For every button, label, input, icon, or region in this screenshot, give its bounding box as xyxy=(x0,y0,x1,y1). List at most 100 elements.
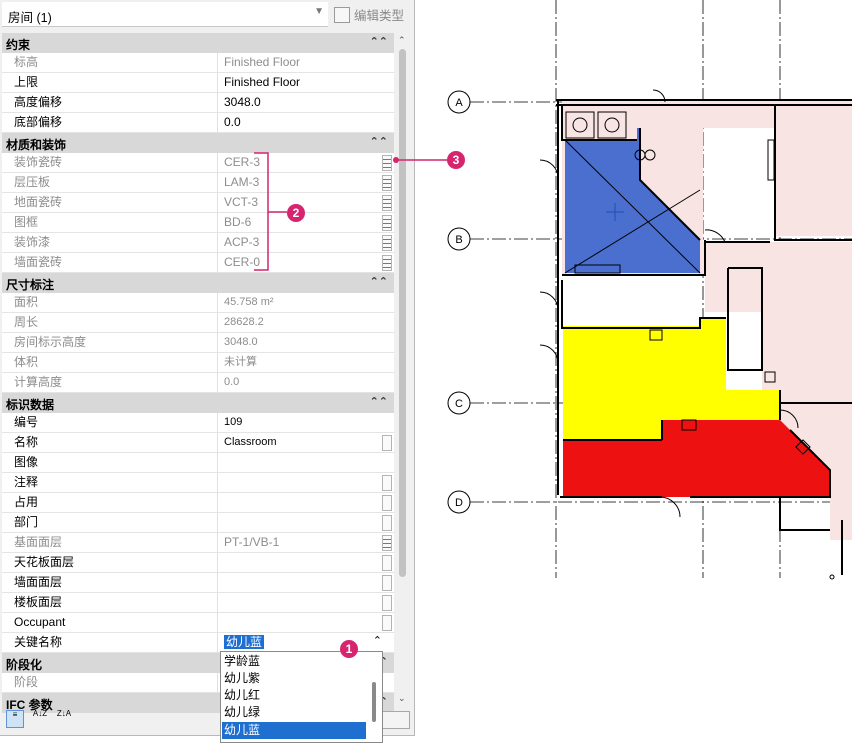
property-value[interactable] xyxy=(221,493,384,512)
chevron-down-icon[interactable]: ▼ xyxy=(314,6,324,17)
property-label: 名称 xyxy=(2,433,218,452)
scroll-up-icon[interactable]: ⌃ xyxy=(398,35,406,46)
sort-category-icon[interactable]: ≡ xyxy=(6,710,24,728)
grid-bubble-c[interactable]: C xyxy=(447,391,471,415)
edit-type-icon xyxy=(334,7,350,23)
property-row[interactable]: 体积 未计算 xyxy=(2,353,394,373)
property-row[interactable]: 面积 45.758 m² xyxy=(2,293,394,313)
property-row[interactable]: 楼板面层 xyxy=(2,593,394,613)
grid-label: D xyxy=(455,497,463,509)
property-row[interactable]: Occupant xyxy=(2,613,394,633)
grid-bubble-b[interactable]: B xyxy=(447,227,471,251)
collapse-chevron-icon[interactable]: ⌃⌃ xyxy=(370,35,388,48)
sort-za-icon[interactable]: Z↓A xyxy=(56,710,72,726)
property-row[interactable]: 周长 28628.2 xyxy=(2,313,394,333)
property-label: 房间标示高度 xyxy=(2,333,218,352)
edit-field-icon[interactable] xyxy=(382,595,392,611)
property-row[interactable]: 地面瓷砖 VCT-3 xyxy=(2,193,394,213)
group-header-identity[interactable]: 标识数据 ⌃⌃ xyxy=(2,393,394,413)
property-row[interactable]: 占用 xyxy=(2,493,394,513)
property-row[interactable]: 编号 109 xyxy=(2,413,394,433)
dropdown-option[interactable]: 幼儿绿 xyxy=(222,704,366,721)
table-edit-icon[interactable] xyxy=(382,235,392,251)
property-row[interactable]: 注释 xyxy=(2,473,394,493)
group-header-constraints[interactable]: 约束 ⌃⌃ xyxy=(2,33,394,53)
group-header-dimensions[interactable]: 尺寸标注 ⌃⌃ xyxy=(2,273,394,293)
property-value[interactable]: 3048.0 xyxy=(221,93,384,112)
property-row[interactable]: 墙面面层 xyxy=(2,573,394,593)
property-row[interactable]: 基面面层 PT-1/VB-1 xyxy=(2,533,394,553)
edit-type-button[interactable]: 编辑类型 xyxy=(334,5,404,24)
collapse-chevron-icon[interactable]: ⌃⌃ xyxy=(370,135,388,148)
table-edit-icon[interactable] xyxy=(382,215,392,231)
floor-plan-view[interactable]: A B C D xyxy=(418,0,852,744)
group-label: 尺寸标注 xyxy=(6,278,55,292)
property-row[interactable]: 层压板 LAM-3 xyxy=(2,173,394,193)
property-row[interactable]: 房间标示高度 3048.0 xyxy=(2,333,394,353)
property-label: 装饰瓷砖 xyxy=(2,153,218,172)
table-edit-icon[interactable] xyxy=(382,195,392,211)
property-label: Occupant xyxy=(2,613,218,632)
property-value[interactable] xyxy=(221,513,384,532)
property-row[interactable]: 名称 Classroom xyxy=(2,433,394,453)
table-edit-icon[interactable] xyxy=(382,155,392,171)
property-value[interactable] xyxy=(221,553,384,572)
property-row[interactable]: 装饰漆 ACP-3 xyxy=(2,233,394,253)
property-value: 3048.0 xyxy=(224,336,258,348)
type-selector[interactable]: 房间 (1) ▼ xyxy=(2,2,328,27)
callout-1: 1 xyxy=(340,640,358,658)
collapse-chevron-icon[interactable]: ⌃⌃ xyxy=(370,395,388,408)
edit-field-icon[interactable] xyxy=(382,475,392,491)
property-row[interactable]: 墙面瓷砖 CER-0 xyxy=(2,253,394,273)
property-row[interactable]: 装饰瓷砖 CER-3 xyxy=(2,153,394,173)
edit-field-icon[interactable] xyxy=(382,575,392,591)
property-value[interactable]: Finished Floor xyxy=(221,53,384,72)
dropdown-scrollbar[interactable] xyxy=(372,682,376,722)
property-value[interactable] xyxy=(221,573,384,592)
property-value[interactable] xyxy=(221,613,384,632)
type-selector-bar: 房间 (1) ▼ 编辑类型 xyxy=(0,0,413,30)
edit-field-icon[interactable] xyxy=(382,615,392,631)
edit-field-icon[interactable] xyxy=(382,495,392,511)
property-value[interactable]: 0.0 xyxy=(221,113,384,132)
property-row[interactable]: 图框 BD-6 xyxy=(2,213,394,233)
property-row[interactable]: 图像 xyxy=(2,453,394,473)
collapse-chevron-icon[interactable]: ⌃⌃ xyxy=(370,275,388,288)
edit-field-icon[interactable] xyxy=(382,555,392,571)
grid-bubble-a[interactable]: A xyxy=(447,90,471,114)
group-header-materials[interactable]: 材质和装饰 ⌃⌃ xyxy=(2,133,394,153)
property-value[interactable] xyxy=(221,473,384,492)
property-row[interactable]: 上限 Finished Floor xyxy=(2,73,394,93)
sort-az-icon[interactable]: A↓Z xyxy=(32,710,48,726)
property-label: 编号 xyxy=(2,413,218,432)
table-edit-icon[interactable] xyxy=(382,535,392,551)
property-value[interactable]: 109 xyxy=(221,413,384,432)
property-value[interactable] xyxy=(221,593,384,612)
property-value[interactable]: Finished Floor xyxy=(221,73,384,92)
key-name-dropdown[interactable]: 学龄蓝 幼儿紫 幼儿红 幼儿绿 幼儿蓝 xyxy=(220,651,383,743)
grid-bubble-d[interactable]: D xyxy=(447,490,471,514)
property-row[interactable]: 标高 Finished Floor xyxy=(2,53,394,73)
property-label: 标高 xyxy=(2,53,218,72)
grid-label: C xyxy=(455,398,463,410)
property-row[interactable]: 底部偏移 0.0 xyxy=(2,113,394,133)
key-name-select[interactable]: 幼儿蓝 xyxy=(221,633,384,652)
table-edit-icon[interactable] xyxy=(382,175,392,191)
scrollbar-thumb[interactable] xyxy=(399,49,406,577)
chevron-up-icon[interactable]: ⌃ xyxy=(373,634,382,647)
edit-field-icon[interactable] xyxy=(382,515,392,531)
scroll-down-icon[interactable]: ⌄ xyxy=(398,693,406,704)
dropdown-option[interactable]: 幼儿紫 xyxy=(222,670,366,687)
property-value[interactable] xyxy=(221,453,384,472)
vertical-scrollbar[interactable]: ⌃ ⌄ xyxy=(396,33,410,705)
property-row[interactable]: 高度偏移 3048.0 xyxy=(2,93,394,113)
edit-field-icon[interactable] xyxy=(382,435,392,451)
table-edit-icon[interactable] xyxy=(382,255,392,271)
property-value[interactable]: Classroom xyxy=(221,433,384,452)
property-row-key-name[interactable]: 关键名称 幼儿蓝 ⌃ xyxy=(2,633,394,653)
property-row[interactable]: 天花板面层 xyxy=(2,553,394,573)
property-row[interactable]: 计算高度 0.0 xyxy=(2,373,394,393)
dropdown-option-selected[interactable]: 幼儿蓝 xyxy=(222,722,366,739)
property-row[interactable]: 部门 xyxy=(2,513,394,533)
dropdown-option[interactable]: 幼儿红 xyxy=(222,687,366,704)
